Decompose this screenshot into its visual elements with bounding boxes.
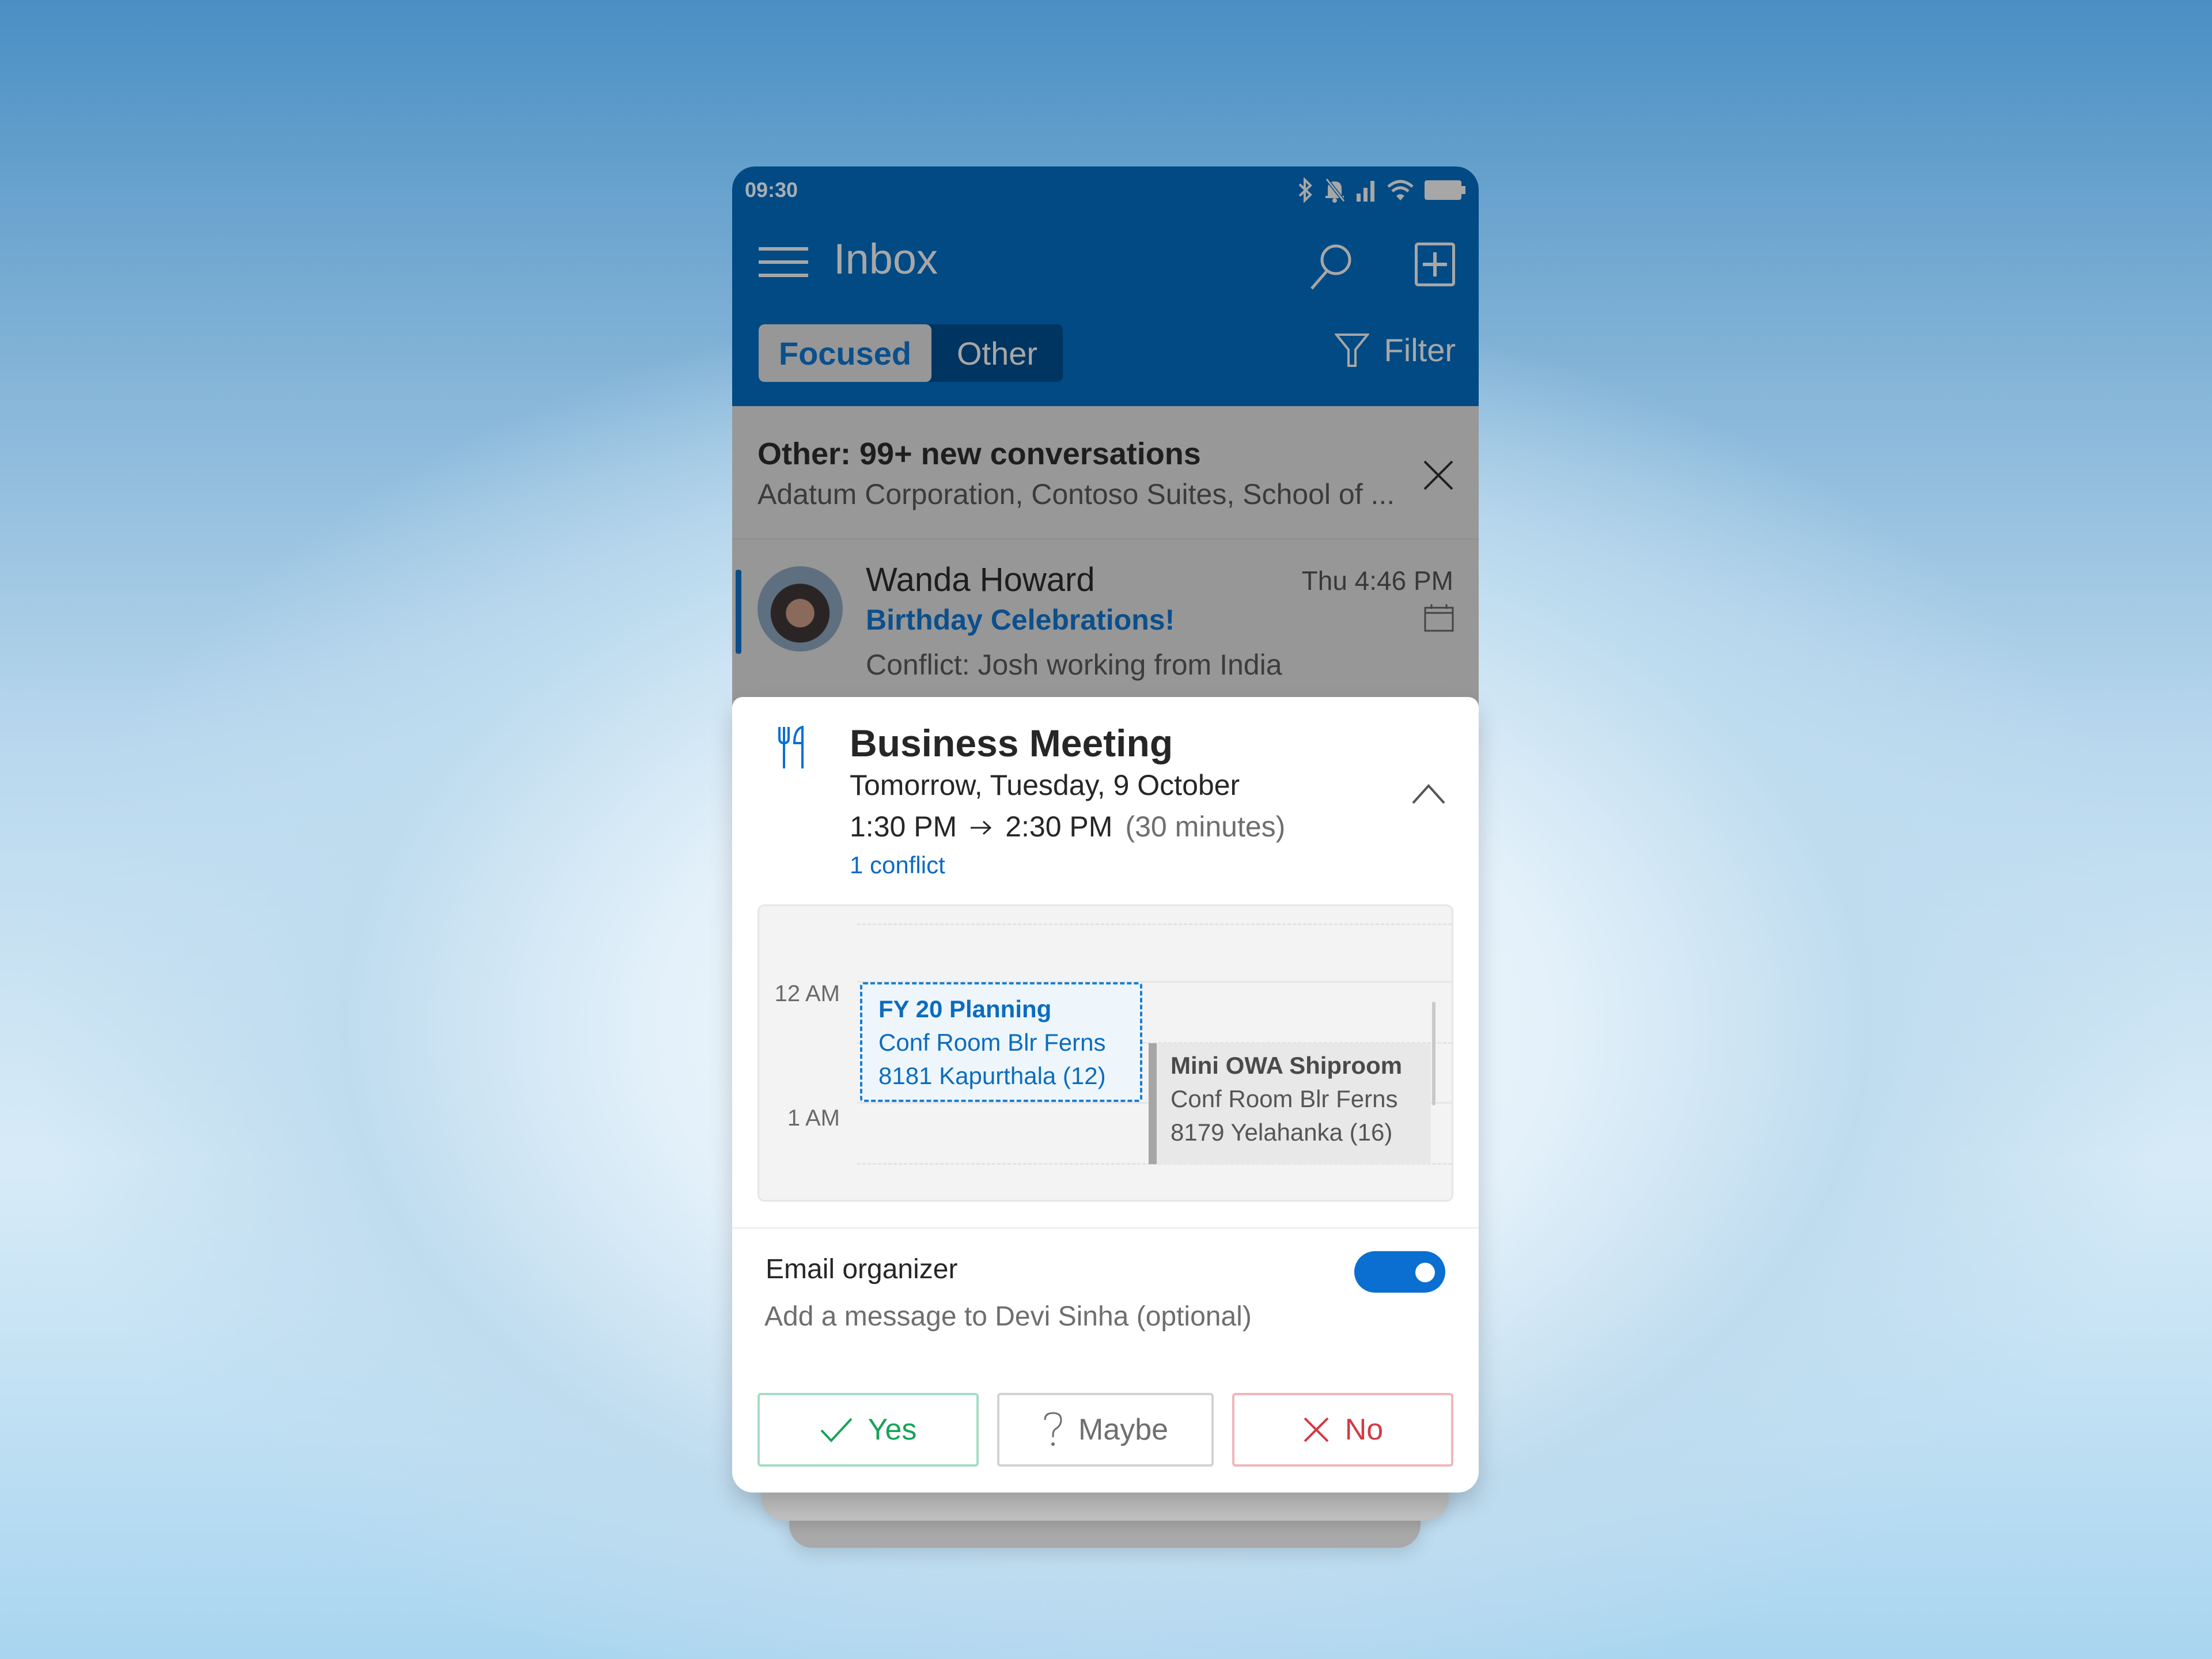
meeting-response-card: Business Meeting Tomorrow, Tuesday, 9 Oc…	[732, 697, 1479, 1493]
hour-label: 12 AM	[774, 981, 840, 1006]
meeting-end: 2:30 PM	[1005, 810, 1113, 843]
calendar-event-proposed[interactable]: FY 20 Planning Conf Room Blr Ferns 8181 …	[860, 982, 1142, 1102]
avatar	[757, 566, 843, 652]
calendar-event-conflict[interactable]: Mini OWA Shiproom Conf Room Blr Ferns 81…	[1149, 1043, 1431, 1164]
filter-button[interactable]: Filter	[1334, 331, 1456, 369]
status-time: 09:30	[745, 178, 798, 202]
banner-subtitle: Adatum Corporation, Contoso Suites, Scho…	[757, 478, 1395, 510]
calendar-icon	[1424, 604, 1454, 632]
other-conversations-banner[interactable]: Other: 99+ new conversations Adatum Corp…	[732, 406, 1479, 540]
chevron-up-icon[interactable]	[1411, 782, 1446, 805]
filter-label: Filter	[1384, 332, 1456, 368]
calendar-scrollbar[interactable]	[1432, 1002, 1435, 1105]
yes-button[interactable]: Yes	[757, 1393, 979, 1467]
search-icon[interactable]	[1308, 241, 1354, 290]
meeting-duration: (30 minutes)	[1125, 810, 1286, 843]
email-organizer-toggle[interactable]	[1354, 1251, 1445, 1293]
close-icon	[1304, 1417, 1329, 1442]
bell-muted-icon	[1325, 178, 1346, 203]
maybe-label: Maybe	[1078, 1413, 1169, 1446]
phone-screen: 09:30 Inbox Focused Other Filter Other: …	[732, 166, 1479, 743]
maybe-button[interactable]: Maybe	[997, 1393, 1214, 1467]
tab-other[interactable]: Other	[931, 324, 1063, 382]
calendar-day-view[interactable]: 12 AM 1 AM FY 20 Planning Conf Room Blr …	[757, 904, 1453, 1202]
hamburger-icon[interactable]	[759, 247, 808, 277]
arrow-right-icon	[971, 820, 992, 835]
email-sender: Wanda Howard	[866, 561, 1095, 599]
checkmark-icon	[820, 1418, 853, 1442]
compose-icon[interactable]	[1415, 243, 1455, 286]
filter-icon	[1334, 333, 1369, 367]
email-list-item[interactable]: Wanda Howard Thu 4:46 PM Birthday Celebr…	[732, 540, 1479, 713]
question-icon	[1044, 1412, 1062, 1446]
event-location: Conf Room Blr Ferns	[1171, 1085, 1398, 1112]
app-header: 09:30 Inbox Focused Other Filter	[732, 166, 1479, 406]
battery-icon	[1425, 180, 1465, 200]
bluetooth-icon	[1298, 177, 1312, 203]
page-title: Inbox	[834, 235, 938, 283]
email-time: Thu 4:46 PM	[1301, 566, 1453, 596]
fork-knife-icon	[778, 726, 804, 768]
event-room: 8179 Yelahanka (16)	[1171, 1119, 1393, 1146]
unread-indicator	[736, 570, 741, 654]
divider	[732, 1227, 1479, 1229]
no-button[interactable]: No	[1232, 1393, 1453, 1467]
yes-label: Yes	[868, 1413, 917, 1446]
message-input[interactable]	[764, 1301, 1398, 1332]
meeting-start: 1:30 PM	[850, 810, 957, 843]
email-subject: Birthday Celebrations!	[866, 604, 1175, 636]
meeting-title: Business Meeting	[850, 722, 1173, 764]
email-organizer-label: Email organizer	[766, 1254, 958, 1285]
tab-focused[interactable]: Focused	[759, 324, 931, 382]
conflict-link[interactable]: 1 conflict	[850, 851, 945, 879]
event-location: Conf Room Blr Ferns	[878, 1029, 1106, 1056]
toggle-knob	[1415, 1263, 1435, 1282]
close-icon[interactable]	[1421, 458, 1456, 493]
signal-icon	[1357, 181, 1374, 202]
gridline	[857, 923, 1452, 925]
wifi-icon	[1387, 180, 1414, 200]
rsvp-buttons: Yes Maybe No	[757, 1393, 1453, 1467]
inbox-tabs: Focused Other	[759, 324, 1063, 382]
event-title: Mini OWA Shiproom	[1171, 1052, 1403, 1079]
event-title: FY 20 Planning	[878, 995, 1052, 1022]
banner-title: Other: 99+ new conversations	[757, 437, 1201, 471]
event-room: 8181 Kapurthala (12)	[878, 1062, 1106, 1089]
meeting-time: 1:30 PM 2:30 PM (30 minutes)	[850, 810, 1285, 843]
meeting-date: Tomorrow, Tuesday, 9 October	[850, 769, 1240, 801]
hour-label: 1 AM	[787, 1105, 840, 1131]
status-icons	[1298, 177, 1466, 203]
email-preview: Conflict: Josh working from India	[866, 649, 1282, 681]
no-label: No	[1344, 1413, 1384, 1446]
